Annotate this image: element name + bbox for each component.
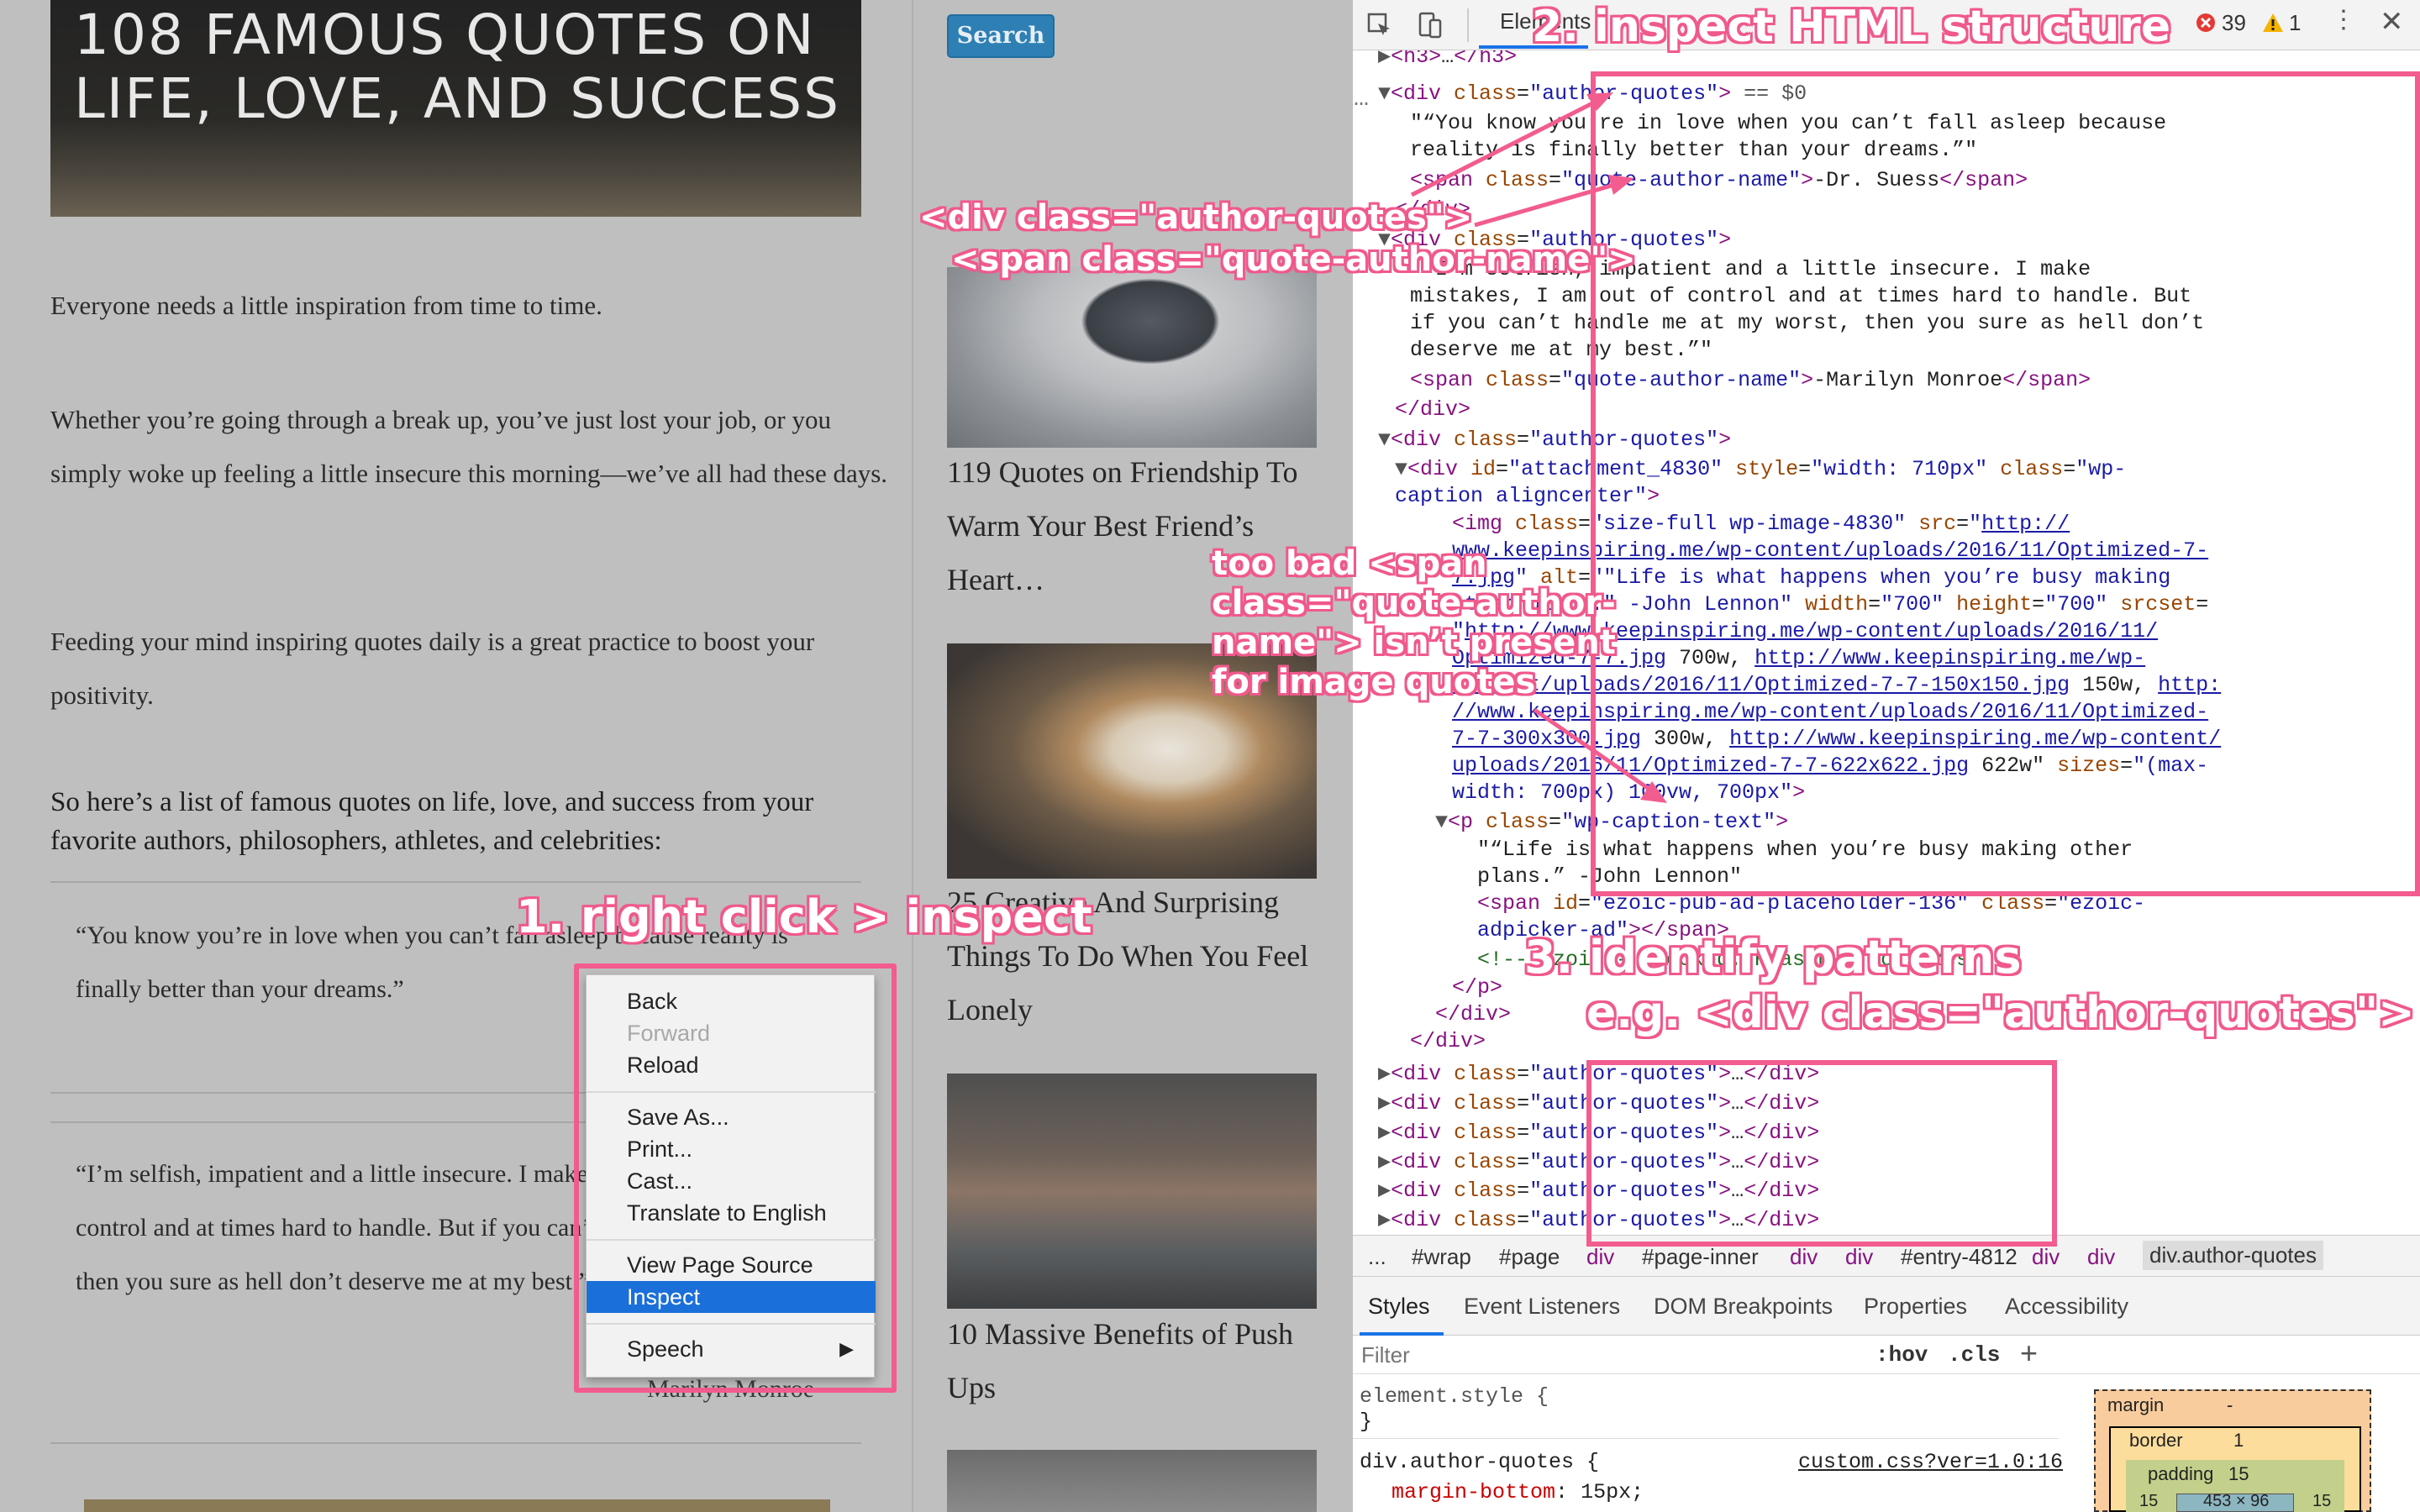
breadcrumb-item-selected[interactable]: div.author-quotes: [2143, 1241, 2323, 1270]
menu-item-speech-label: Speech: [627, 1336, 704, 1362]
styles-filter-input[interactable]: [1361, 1341, 1849, 1369]
sidebar-divider: [912, 0, 913, 1512]
hover-state-toggle[interactable]: :hov: [1876, 1342, 1928, 1368]
styles-subtabs: Styles Event Listeners DOM Breakpoints P…: [1353, 1277, 2420, 1336]
menu-item-view-source[interactable]: View Page Source: [587, 1249, 876, 1281]
box-model-margin-value: -: [2227, 1394, 2233, 1415]
annotation-image-note-line: name"> isn’t present: [1212, 623, 1616, 662]
breadcrumb-item[interactable]: div: [2032, 1244, 2060, 1270]
warning-count[interactable]: 1: [2289, 10, 2301, 36]
tab-styles[interactable]: Styles: [1368, 1294, 1430, 1320]
annotation-box-html-structure: [1591, 71, 2420, 896]
property-name: margin-bottom: [1392, 1480, 1556, 1504]
menu-item-back[interactable]: Back: [587, 985, 876, 1017]
breadcrumb-item[interactable]: ...: [1368, 1244, 1386, 1270]
annotation-class-note-2: <span class="quote-author-name">: [951, 240, 1636, 279]
submenu-arrow-icon: ▶: [839, 1338, 854, 1359]
dom-close-p[interactable]: </p>: [1452, 974, 1502, 1001]
breadcrumb-item[interactable]: #entry-4812: [1901, 1244, 2018, 1270]
rule-source-link[interactable]: custom.css?ver=1.0:16: [1798, 1450, 2063, 1474]
search-button[interactable]: Search: [947, 14, 1055, 58]
menu-item-forward: Forward: [627, 1021, 711, 1046]
hero-banner-image: 108 FAMOUS QUOTES ON LIFE, LOVE, AND SUC…: [50, 0, 861, 217]
dom-node-h3[interactable]: ▶<h3>…</h3>: [1378, 50, 1517, 71]
box-model-right-value: 15: [2312, 1492, 2332, 1510]
annotation-box-pattern-list: [1586, 1060, 2057, 1247]
annotation-image-note-line: class="quote-author-: [1212, 584, 1616, 622]
intro-paragraph-1: Everyone needs a little inspiration from…: [50, 291, 602, 320]
breadcrumb-item[interactable]: #wrap: [1412, 1244, 1471, 1270]
menu-item-reload[interactable]: Reload: [587, 1049, 876, 1081]
menu-item-inspect[interactable]: Inspect: [587, 1281, 876, 1313]
new-rule-icon[interactable]: +: [2020, 1336, 2038, 1371]
intro-paragraph-3: Feeding your mind inspiring quotes daily…: [50, 627, 815, 710]
tab-accessibility[interactable]: Accessibility: [2005, 1294, 2128, 1320]
breadcrumb-item[interactable]: div: [1845, 1244, 1873, 1270]
dom-close-div[interactable]: </div>: [1410, 1028, 1486, 1055]
menu-item-speech[interactable]: Speech ▶: [587, 1333, 876, 1365]
annotation-image-note-line: too bad <span: [1212, 544, 1487, 583]
breadcrumb-item[interactable]: div: [1790, 1244, 1818, 1270]
more-options-icon[interactable]: ⋮: [2331, 5, 2356, 34]
post-thumbnail-coffee[interactable]: [947, 267, 1317, 448]
next-quote-image: [84, 1499, 830, 1512]
menu-separator: [587, 1091, 876, 1093]
menu-item-save-as[interactable]: Save As...: [587, 1101, 876, 1133]
post-title-3[interactable]: 10 Massive Benefits of Push Ups: [947, 1307, 1325, 1415]
post-thumbnail-4[interactable]: [947, 1450, 1317, 1512]
toolbar-divider: [1467, 8, 1469, 42]
annotation-image-note-line: for image quotes: [1212, 663, 1536, 701]
warning-icon: [2263, 13, 2283, 32]
box-model-padding-value: 15: [2228, 1463, 2249, 1484]
menu-separator: [587, 1239, 876, 1241]
rule-selector[interactable]: div.author-quotes {: [1360, 1450, 1599, 1474]
rule-divider: [1353, 1438, 2059, 1439]
annotation-step-3-example: e.g. <div class="author-quotes">: [1586, 988, 2415, 1038]
box-model-padding-label: padding: [2148, 1463, 2214, 1484]
menu-separator: [587, 1323, 876, 1325]
close-devtools-icon[interactable]: ✕: [2380, 5, 2404, 39]
dom-close-div[interactable]: </div>: [1435, 1001, 1511, 1028]
divider: [50, 881, 861, 883]
list-heading: So here’s a list of famous quotes on lif…: [50, 787, 814, 856]
breadcrumb-item[interactable]: #page-inner: [1642, 1244, 1759, 1270]
breadcrumb-item[interactable]: div: [2087, 1244, 2115, 1270]
hero-title: 108 FAMOUS QUOTES ON LIFE, LOVE, AND SUC…: [74, 3, 841, 131]
menu-item-cast[interactable]: Cast...: [587, 1165, 876, 1197]
error-icon: [2196, 13, 2215, 32]
menu-item-translate[interactable]: Translate to English: [587, 1197, 876, 1229]
box-model-left-value: 15: [2139, 1492, 2159, 1510]
context-menu: Back Forward Reload Save As... Print... …: [586, 974, 876, 1378]
annotation-step-1: 1. right click > inspect: [516, 890, 1092, 943]
intro-paragraph-2: Whether you’re going through a break up,…: [50, 405, 888, 488]
element-style-selector[interactable]: element.style {: [1360, 1384, 1549, 1409]
tab-dom-breakpoints[interactable]: DOM Breakpoints: [1654, 1294, 1833, 1320]
tab-properties[interactable]: Properties: [1864, 1294, 1967, 1320]
annotation-step-2: 2. inspect HTML structure: [1532, 2, 2171, 52]
error-count[interactable]: 39: [2222, 10, 2246, 36]
box-model-content-size: 453 × 96: [2203, 1492, 2270, 1510]
box-model-border-value: 1: [2233, 1430, 2244, 1451]
class-toggle[interactable]: .cls: [1948, 1342, 2000, 1368]
post-thumbnail-pushups[interactable]: [947, 1074, 1317, 1309]
breadcrumb-item[interactable]: div: [1586, 1244, 1614, 1270]
box-model-border-label: border: [2129, 1430, 2183, 1451]
annotation-image-note: too bad <span class="quote-author- name"…: [1212, 544, 1616, 702]
menu-item-print[interactable]: Print...: [587, 1133, 876, 1165]
dom-close-div[interactable]: </div>: [1395, 396, 1470, 423]
element-style-close: }: [1360, 1410, 1373, 1434]
breadcrumb-item[interactable]: #page: [1499, 1244, 1560, 1270]
annotation-step-3: 3. identify patterns: [1524, 931, 2022, 984]
box-model-margin-label: margin: [2107, 1394, 2165, 1415]
property-value: 15px;: [1581, 1480, 1644, 1504]
device-toolbar-icon[interactable]: [1415, 10, 1445, 40]
inspect-element-icon[interactable]: [1365, 10, 1395, 40]
ellipsis: …: [1354, 85, 1370, 113]
rule-property[interactable]: margin-bottom: 15px;: [1392, 1480, 1644, 1504]
annotation-class-note-1: <div class="author-quotes">: [919, 198, 1473, 237]
divider: [50, 1442, 861, 1444]
tab-event-listeners[interactable]: Event Listeners: [1464, 1294, 1620, 1320]
